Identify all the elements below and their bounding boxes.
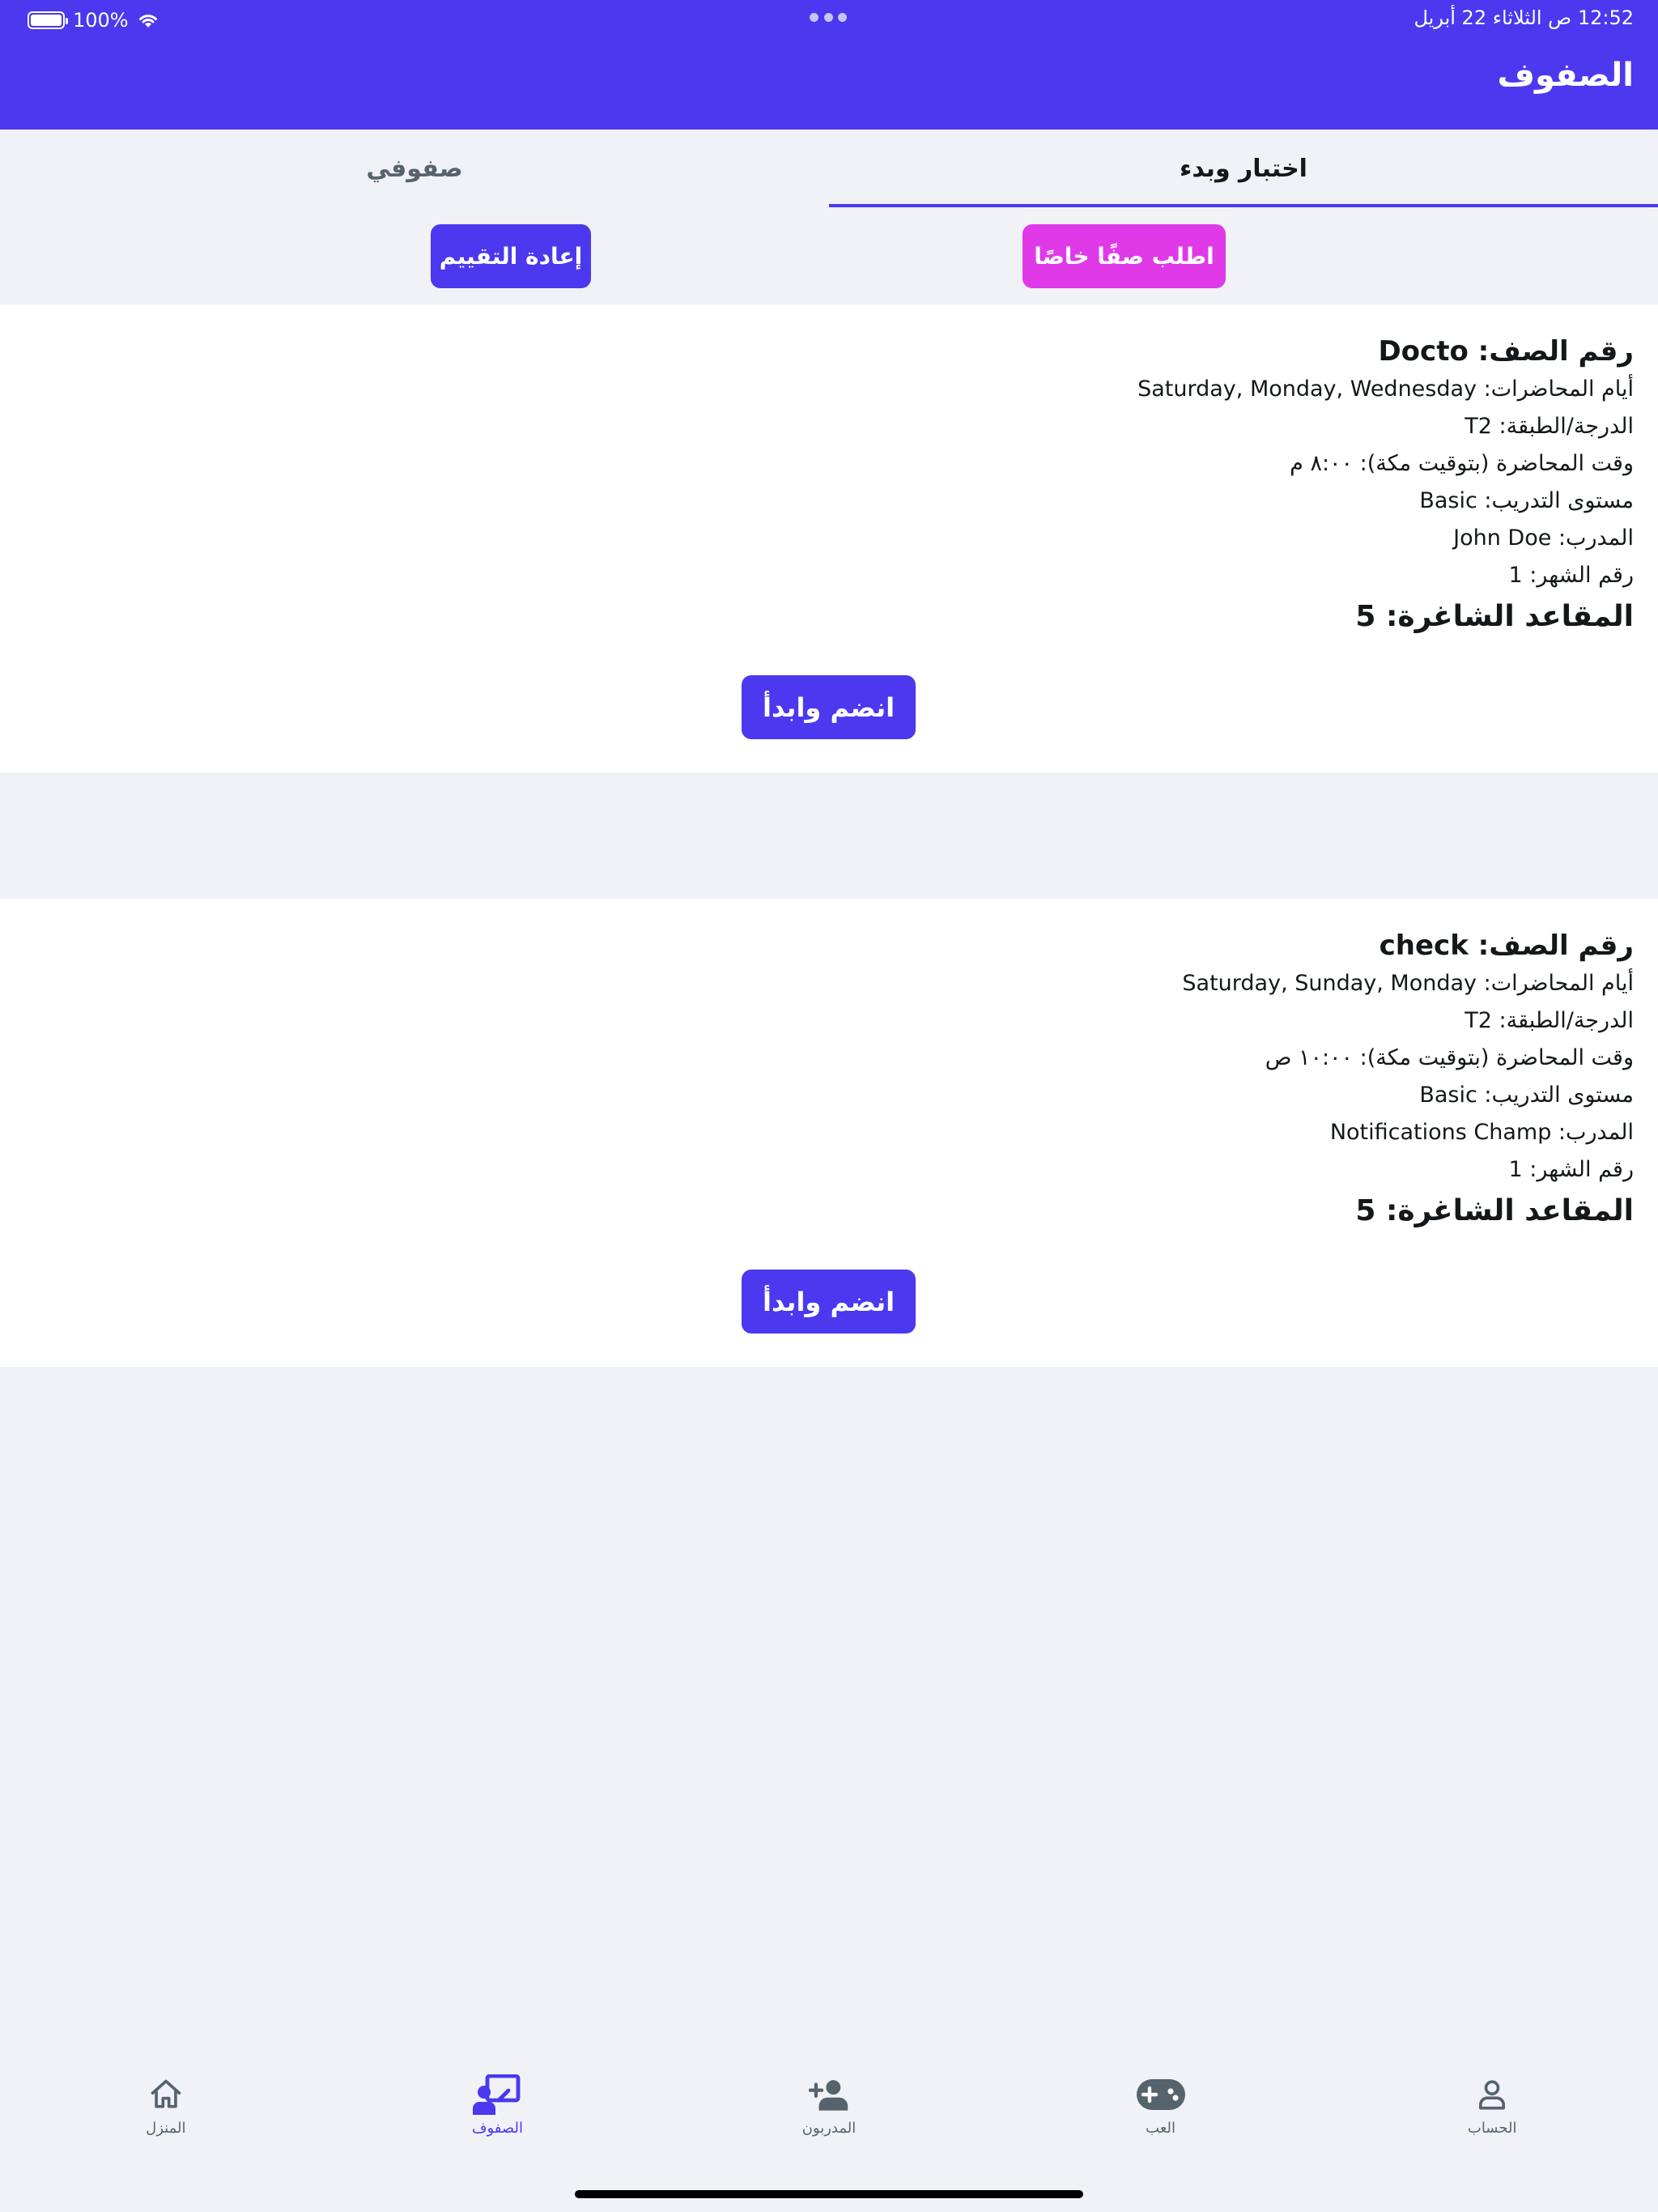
lecture-days: أيام المحاضرات: Saturday, Monday, Wednes… — [1137, 376, 1634, 402]
home-indicator[interactable] — [575, 2190, 1083, 2198]
gamepad-icon — [1136, 2073, 1185, 2116]
re-evaluate-button[interactable]: إعادة التقييم — [431, 224, 591, 288]
nav-classes[interactable]: الصفوف — [332, 2073, 664, 2162]
class-card: رقم الصف: check أيام المحاضرات: Saturday… — [0, 899, 1658, 1367]
multitasking-dots-icon[interactable] — [810, 13, 847, 23]
class-grade: الدرجة/الطبقة: T2 — [1465, 1008, 1634, 1033]
nav-home[interactable]: المنزل — [0, 2073, 332, 2162]
join-and-start-button[interactable]: انضم وابدأ — [742, 1270, 916, 1334]
lecture-time: وقت المحاضرة (بتوقيت مكة): ١٠:٠٠ ص — [1265, 1045, 1634, 1070]
tab-bar: اختبار وبدء صفوفي — [0, 130, 1658, 207]
vacant-seats: المقاعد الشاغرة: 5 — [1355, 600, 1634, 633]
status-time-date: 12:52 ص الثلاثاء 22 أبريل — [1414, 6, 1634, 29]
nav-label: المدربون — [801, 2120, 857, 2137]
lecture-time: وقت المحاضرة (بتوقيت مكة): ٨:٠٠ م — [1290, 451, 1634, 476]
training-level: مستوى التدريب: Basic — [1419, 1083, 1634, 1108]
class-number: رقم الصف: check — [1379, 929, 1634, 962]
class-number: رقم الصف: Docto — [1378, 335, 1634, 368]
status-bar-left: 100% — [28, 8, 159, 32]
month-number: رقم الشهر: 1 — [1508, 563, 1634, 588]
class-card: رقم الصف: Docto أيام المحاضرات: Saturday… — [0, 304, 1658, 772]
nav-trainers[interactable]: المدربون — [663, 2073, 995, 2162]
page-title: الصفوف — [1497, 57, 1634, 94]
nav-label: الحساب — [1467, 2120, 1517, 2137]
tab-test-and-start[interactable]: اختبار وبدء — [829, 130, 1658, 207]
nav-play[interactable]: العب — [995, 2073, 1327, 2162]
training-level: مستوى التدريب: Basic — [1419, 488, 1634, 513]
battery-icon — [28, 11, 68, 29]
add-person-icon — [805, 2073, 853, 2116]
app-bar: 100% 12:52 ص الثلاثاء 22 أبريل الصفوف — [0, 0, 1658, 130]
person-icon — [1468, 2073, 1516, 2116]
join-and-start-button[interactable]: انضم وابدأ — [742, 675, 916, 739]
wifi-icon — [138, 15, 157, 28]
vacant-seats: المقاعد الشاغرة: 5 — [1355, 1194, 1634, 1227]
trainer-name: المدرب: John Doe — [1453, 525, 1634, 551]
bottom-navigation: المنزل الصفوف المدربون العب الحساب — [0, 2073, 1658, 2162]
class-grade: الدرجة/الطبقة: T2 — [1465, 414, 1634, 439]
classroom-icon — [473, 2073, 521, 2116]
battery-percentage: 100% — [73, 9, 129, 32]
lecture-days: أيام المحاضرات: Saturday, Sunday, Monday — [1182, 971, 1634, 996]
nav-account[interactable]: الحساب — [1326, 2073, 1658, 2162]
nav-label: العب — [1146, 2120, 1175, 2137]
nav-label: الصفوف — [471, 2120, 523, 2137]
tab-my-classes[interactable]: صفوفي — [0, 130, 829, 207]
home-icon — [142, 2073, 190, 2116]
request-private-class-button[interactable]: اطلب صفًا خاصًا — [1022, 224, 1226, 288]
nav-label: المنزل — [146, 2120, 186, 2137]
trainer-name: المدرب: Notifications Champ — [1329, 1120, 1634, 1145]
month-number: رقم الشهر: 1 — [1508, 1157, 1634, 1182]
